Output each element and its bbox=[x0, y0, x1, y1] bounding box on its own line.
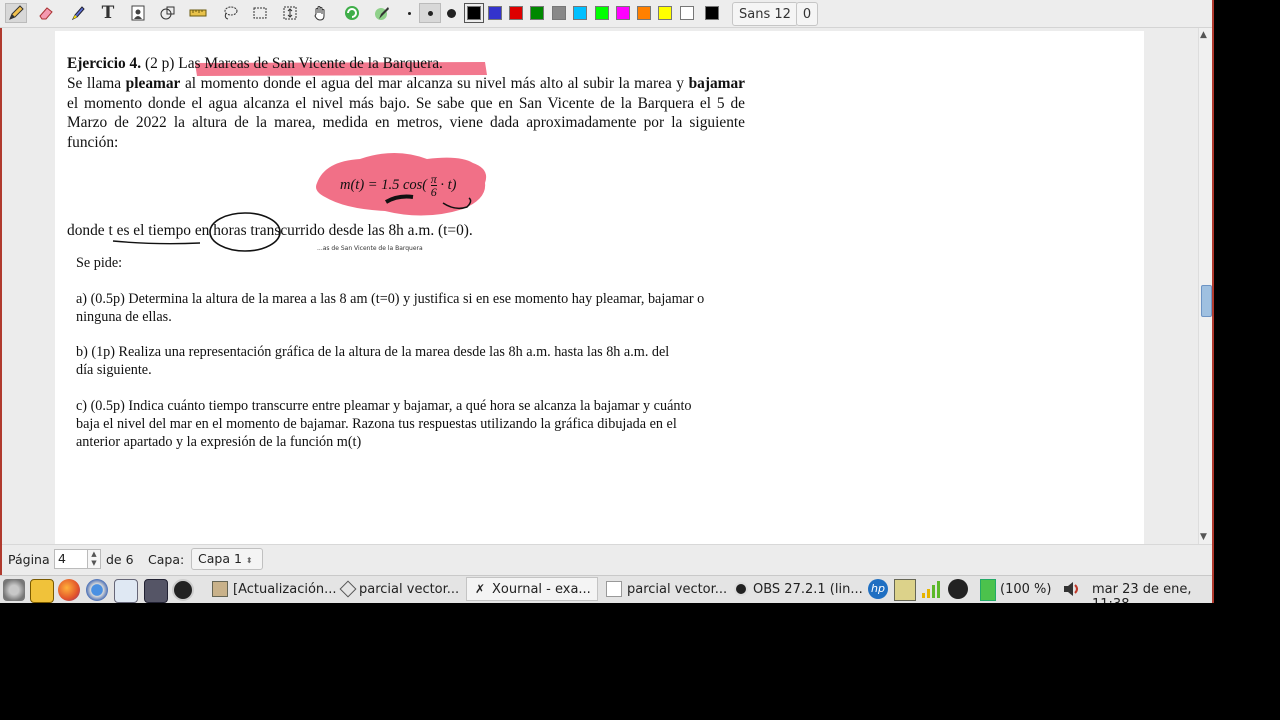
pen-icon[interactable] bbox=[5, 3, 27, 23]
scroll-thumb[interactable] bbox=[1201, 285, 1212, 317]
vertical-space-icon[interactable] bbox=[279, 3, 301, 23]
definition-line: donde t es el tiempo en horas transcurri… bbox=[67, 222, 473, 240]
obs-launcher-icon[interactable] bbox=[172, 579, 194, 601]
para-text: al momento donde el agua del mar alcanza… bbox=[184, 74, 685, 92]
t-underline bbox=[112, 240, 201, 245]
display-settings-icon[interactable] bbox=[894, 579, 916, 601]
wifi-signal-icon[interactable] bbox=[920, 579, 940, 599]
color-gray-swatch[interactable] bbox=[552, 6, 566, 20]
volume-icon[interactable] bbox=[1062, 579, 1082, 599]
document-icon bbox=[606, 581, 622, 597]
xournal-icon: ✗ bbox=[474, 582, 486, 596]
obs-tray-icon[interactable] bbox=[948, 579, 968, 599]
donde-text: donde bbox=[67, 222, 105, 239]
color-magenta-swatch[interactable] bbox=[616, 6, 630, 20]
vertical-scrollbar[interactable]: ▲ ▼ bbox=[1198, 28, 1212, 544]
shape-recognizer-icon[interactable] bbox=[157, 3, 179, 23]
page-number-input[interactable]: 4 bbox=[54, 549, 88, 569]
color-current-swatch[interactable] bbox=[705, 6, 719, 20]
clock[interactable]: mar 23 de ene, 11:38 bbox=[1092, 582, 1212, 603]
tide-formula: m(t) = 1.5 cos( π 6 · t) bbox=[340, 173, 456, 198]
task-label: Xournal - exa... bbox=[492, 581, 591, 597]
task-label: parcial vector... bbox=[627, 581, 728, 597]
pen-settings-icon[interactable] bbox=[371, 3, 393, 23]
layer-value: Capa 1 bbox=[198, 551, 242, 566]
image-icon[interactable] bbox=[127, 3, 149, 23]
document-viewer-icon bbox=[339, 580, 357, 598]
lasso-icon[interactable] bbox=[219, 3, 241, 23]
task-label: [Actualización... bbox=[233, 581, 337, 597]
thick-dot-icon[interactable] bbox=[440, 3, 462, 23]
firefox-icon[interactable] bbox=[58, 579, 80, 601]
task-label: OBS 27.2.1 (lin... bbox=[753, 581, 863, 597]
layer-label: Capa: bbox=[148, 552, 185, 567]
refresh-icon[interactable] bbox=[341, 3, 363, 23]
thin-dot-icon[interactable] bbox=[398, 3, 420, 23]
scroll-up-icon[interactable]: ▲ bbox=[1200, 30, 1207, 40]
taskbar: [Actualización... parcial vector... ✗ Xo… bbox=[0, 575, 1212, 603]
task-xournal[interactable]: ✗ Xournal - exa... bbox=[466, 577, 598, 601]
color-orange-swatch[interactable] bbox=[637, 6, 651, 20]
color-red-swatch[interactable] bbox=[509, 6, 523, 20]
page-count: de 6 bbox=[106, 552, 134, 567]
rect-select-icon[interactable] bbox=[249, 3, 271, 23]
question-c: c) (0.5p) Indica cuánto tiempo transcurr… bbox=[76, 398, 692, 450]
toolbar: T Sans 12 0 bbox=[0, 0, 1212, 28]
para-text: Se llama bbox=[67, 74, 122, 92]
medium-dot-icon[interactable] bbox=[419, 3, 441, 23]
formula-lhs: m(t) = 1.5 cos( bbox=[340, 176, 428, 193]
page-spinner[interactable]: ▲ ▼ bbox=[88, 549, 101, 569]
page[interactable]: Ejercicio 4. (2 p) Las Mareas de San Vic… bbox=[55, 31, 1144, 544]
hp-icon[interactable]: hp bbox=[868, 579, 888, 599]
chevron-down-icon: ⬍ bbox=[245, 556, 253, 565]
faint-overlay-text: ...as de San Vicente de la Barquera bbox=[317, 245, 423, 252]
package-icon bbox=[212, 581, 228, 597]
task-obs[interactable]: OBS 27.2.1 (lin... bbox=[728, 577, 866, 601]
donde-rest: en horas transcurrido desde las 8h a.m. … bbox=[194, 222, 473, 239]
layer-select[interactable]: Capa 1 ⬍ bbox=[191, 548, 263, 570]
task-update[interactable]: [Actualización... bbox=[206, 577, 340, 601]
color-green-swatch[interactable] bbox=[530, 6, 544, 20]
color-black-swatch[interactable] bbox=[464, 3, 484, 23]
color-yellow-swatch[interactable] bbox=[658, 6, 672, 20]
formula-denominator: 6 bbox=[430, 185, 437, 199]
para-text: el momento donde el agua alcanza el nive… bbox=[67, 94, 745, 152]
term-pleamar: pleamar bbox=[125, 74, 181, 92]
obs-icon bbox=[734, 582, 748, 596]
battery-percent: (100 %) bbox=[1000, 582, 1052, 597]
task-label: parcial vector... bbox=[359, 581, 460, 597]
question-a: a) (0.5p) Determina la altura de la mare… bbox=[76, 291, 705, 325]
formula-fraction: π 6 bbox=[430, 173, 437, 199]
highlighter-icon[interactable] bbox=[67, 3, 89, 23]
task-parcial-2[interactable]: parcial vector... bbox=[600, 577, 732, 601]
chromium-icon[interactable] bbox=[86, 579, 108, 601]
app-menu-icon[interactable] bbox=[3, 579, 25, 601]
se-pide-label: Se pide: bbox=[76, 255, 123, 271]
color-lightblue-swatch[interactable] bbox=[573, 6, 587, 20]
text-icon[interactable]: T bbox=[97, 3, 119, 23]
document-canvas[interactable]: Ejercicio 4. (2 p) Las Mareas de San Vic… bbox=[2, 28, 1198, 544]
hand-icon[interactable] bbox=[309, 3, 331, 23]
question-b: b) (1p) Realiza una representación gráfi… bbox=[76, 344, 670, 378]
scroll-down-icon[interactable]: ▼ bbox=[1200, 532, 1207, 542]
color-lightgreen-swatch[interactable] bbox=[595, 6, 609, 20]
battery-icon[interactable] bbox=[980, 579, 996, 601]
color-blue-swatch[interactable] bbox=[488, 6, 502, 20]
intro-paragraph: Ejercicio 4. (2 p) Las Mareas de San Vic… bbox=[67, 54, 745, 153]
font-size-button[interactable]: 0 bbox=[796, 2, 818, 26]
term-bajamar: bajamar bbox=[688, 74, 745, 92]
eraser-icon[interactable] bbox=[35, 3, 57, 23]
font-button[interactable]: Sans 12 bbox=[732, 2, 798, 26]
color-white-swatch[interactable] bbox=[680, 6, 694, 20]
task-parcial-1[interactable]: parcial vector... bbox=[336, 577, 468, 601]
file-manager-icon[interactable] bbox=[30, 579, 54, 603]
donde-variable: t es el tiempo bbox=[108, 222, 191, 239]
screen-icon[interactable] bbox=[144, 579, 168, 603]
page-label: Página bbox=[8, 552, 50, 567]
documents-icon[interactable] bbox=[114, 579, 138, 603]
xournal-window: T Sans 12 0 Ejercicio 4. (2 p) Las Marea… bbox=[0, 0, 1214, 603]
ruler-icon[interactable] bbox=[187, 3, 209, 23]
formula-rhs: · t) bbox=[440, 176, 457, 193]
statusbar: Página 4 ▲ ▼ de 6 Capa: Capa 1 ⬍ bbox=[2, 544, 1212, 575]
